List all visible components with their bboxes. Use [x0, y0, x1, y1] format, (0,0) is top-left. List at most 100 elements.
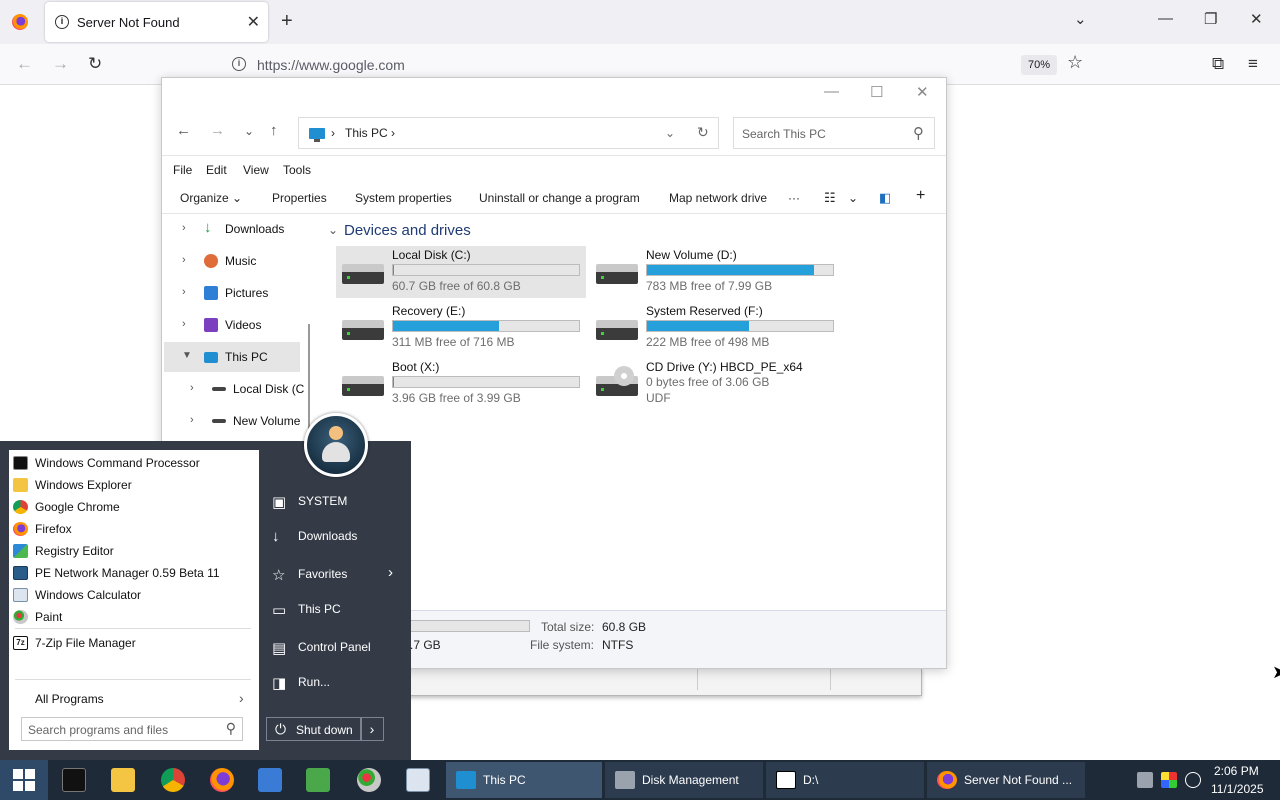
drive-f[interactable]: System Reserved (F:) 222 MB free of 498 … [590, 302, 840, 354]
drive-d[interactable]: New Volume (D:) 783 MB free of 7.99 GB [590, 246, 840, 298]
drive-y-cd[interactable]: CD Drive (Y:) HBCD_PE_x64 0 bytes free o… [590, 358, 840, 410]
address-bar[interactable]: › This PC › ⌄ ↻ [298, 117, 719, 149]
program-7zip[interactable]: 7z 7-Zip File Manager [13, 632, 253, 654]
expand-chevron-icon[interactable]: › [182, 222, 186, 234]
expand-chevron-icon[interactable]: › [182, 254, 186, 266]
zoom-level-badge[interactable]: 70% [1021, 55, 1057, 75]
drive-c[interactable]: Local Disk (C:) 60.7 GB free of 60.8 GB [336, 246, 586, 298]
nav-item-downloads[interactable]: › ↓ Downloads [164, 214, 300, 244]
taskbar-disk-tool-icon[interactable] [306, 768, 330, 792]
start-item-control-panel[interactable]: ▤ Control Panel [266, 632, 406, 662]
nav-item-new-volume[interactable]: › New Volume [164, 406, 300, 436]
menu-hamburger-icon[interactable]: ≡ [1248, 54, 1258, 74]
close-window-icon[interactable]: ✕ [1250, 10, 1263, 28]
bookmark-star-icon[interactable]: ☆ [1067, 52, 1083, 73]
map-network-drive-button[interactable]: Map network drive [669, 191, 767, 205]
forward-icon[interactable]: → [210, 122, 225, 139]
expand-chevron-icon[interactable]: › [190, 382, 194, 394]
program-chrome[interactable]: Google Chrome [13, 496, 253, 518]
program-calculator[interactable]: Windows Calculator [13, 584, 253, 606]
clock-time[interactable]: 2:06 PM [1214, 764, 1259, 778]
nav-item-this-pc[interactable]: ▼ This PC [164, 342, 300, 372]
program-paint[interactable]: Paint [13, 606, 253, 628]
organize-button[interactable]: Organize ⌄ [180, 191, 242, 205]
taskbar-cmd-icon[interactable] [62, 768, 86, 792]
start-item-this-pc[interactable]: ▭ This PC [266, 594, 406, 624]
tray-network-icon[interactable] [1137, 772, 1153, 788]
shutdown-button[interactable]: ⏻ Shut down [266, 717, 362, 741]
taskbar-task-disk-management[interactable]: Disk Management [605, 762, 763, 798]
browser-tab[interactable]: i Server Not Found ✕ [45, 2, 268, 42]
refresh-icon[interactable]: ↻ [697, 124, 709, 141]
recent-locations-chevron-icon[interactable]: ⌄ [244, 124, 254, 138]
start-search-input[interactable]: Search programs and files ⚲ [21, 717, 243, 741]
program-network-manager[interactable]: PE Network Manager 0.59 Beta 11 [13, 562, 253, 584]
start-button[interactable] [0, 760, 48, 800]
url-bar[interactable]: i https://www.google.com [226, 49, 1096, 79]
uninstall-program-button[interactable]: Uninstall or change a program [479, 191, 640, 205]
taskbar-calculator-icon[interactable] [406, 768, 430, 792]
taskbar-task-firefox[interactable]: Server Not Found ... [927, 762, 1085, 798]
start-item-run[interactable]: ◨ Run... [266, 667, 406, 697]
close-tab-icon[interactable]: ✕ [247, 12, 260, 32]
tray-notification-icon[interactable] [1185, 772, 1201, 788]
program-cmd[interactable]: Windows Command Processor [13, 452, 253, 474]
maximize-icon[interactable]: ☐ [870, 83, 883, 101]
nav-item-videos[interactable]: › Videos [164, 310, 300, 340]
shutdown-options-chevron-icon[interactable]: › [360, 717, 384, 741]
extensions-icon[interactable]: ⧉ [1212, 54, 1224, 74]
drive-e[interactable]: Recovery (E:) 311 MB free of 716 MB [336, 302, 586, 354]
system-properties-button[interactable]: System properties [355, 191, 452, 205]
program-firefox[interactable]: Firefox [13, 518, 253, 540]
menu-view[interactable]: View [243, 163, 269, 177]
program-regedit[interactable]: Registry Editor [13, 540, 253, 562]
search-box[interactable]: Search This PC ⚲ [733, 117, 935, 149]
view-chevron-down-icon[interactable]: ⌄ [848, 191, 858, 205]
back-icon[interactable]: ← [176, 122, 191, 139]
list-all-tabs-icon[interactable]: ⌄ [1074, 10, 1087, 28]
collapse-chevron-icon[interactable]: ▼ [182, 350, 192, 361]
clock-date[interactable]: 11/1/2025 [1211, 782, 1264, 796]
back-icon[interactable]: ← [16, 54, 33, 74]
nav-item-music[interactable]: › Music [164, 246, 300, 276]
taskbar-task-7zip[interactable]: D:\ [766, 762, 924, 798]
expand-chevron-icon[interactable]: › [190, 414, 194, 426]
menu-tools[interactable]: Tools [283, 163, 311, 177]
all-programs-link[interactable]: All Programs [35, 692, 104, 706]
view-options-icon[interactable]: ☷ [824, 190, 836, 206]
program-explorer[interactable]: Windows Explorer [13, 474, 253, 496]
chevron-right-icon[interactable]: › [239, 690, 244, 706]
start-item-downloads[interactable]: ↓ Downloads [266, 521, 406, 551]
restore-icon[interactable]: ❐ [1204, 10, 1217, 28]
tray-display-icon[interactable] [1161, 772, 1177, 788]
menu-file[interactable]: File [173, 163, 192, 177]
nav-item-local-disk-c[interactable]: › Local Disk (C [164, 374, 304, 404]
new-tab-icon[interactable]: + [281, 10, 293, 33]
taskbar-chrome-icon[interactable] [161, 768, 185, 792]
taskbar-firefox-icon[interactable] [210, 768, 234, 792]
minimize-icon[interactable]: — [824, 83, 839, 100]
expand-chevron-icon[interactable]: › [182, 318, 186, 330]
minimize-icon[interactable]: — [1158, 10, 1173, 27]
preview-pane-icon[interactable]: ◧ [879, 190, 891, 206]
address-history-chevron-icon[interactable]: ⌄ [665, 126, 675, 140]
add-icon[interactable]: + [916, 187, 925, 205]
breadcrumb-this-pc[interactable]: This PC [345, 126, 388, 140]
user-avatar[interactable] [304, 413, 368, 477]
drive-x[interactable]: Boot (X:) 3.96 GB free of 3.99 GB [336, 358, 586, 410]
breadcrumb-chevron-icon[interactable]: › [391, 126, 395, 140]
more-options-icon[interactable]: ··· [788, 191, 800, 205]
forward-icon[interactable]: → [52, 54, 69, 74]
site-info-icon[interactable]: i [232, 57, 246, 71]
nav-item-pictures[interactable]: › Pictures [164, 278, 300, 308]
taskbar-explorer-icon[interactable] [111, 768, 135, 792]
up-icon[interactable]: ↑ [270, 122, 278, 139]
group-collapse-chevron-icon[interactable]: ⌄ [328, 223, 338, 237]
start-item-favorites[interactable]: ☆ Favorites › [266, 559, 406, 589]
taskbar-notes-icon[interactable] [258, 768, 282, 792]
reload-icon[interactable]: ↻ [88, 54, 102, 74]
expand-chevron-icon[interactable]: › [182, 286, 186, 298]
taskbar-paint-icon[interactable] [357, 768, 381, 792]
taskbar-task-this-pc[interactable]: This PC [446, 762, 602, 798]
start-item-system[interactable]: ▣ SYSTEM [266, 486, 406, 516]
